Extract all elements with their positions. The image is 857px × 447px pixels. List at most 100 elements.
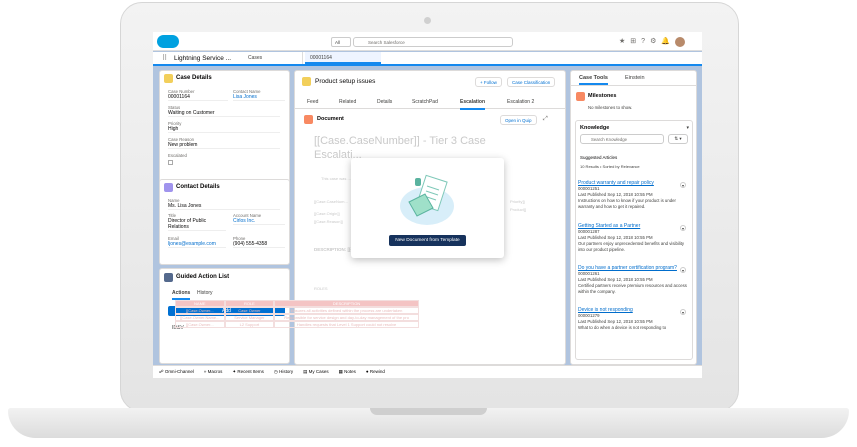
- field-phone: Phone (904) 555-4358: [233, 236, 285, 248]
- right-tabs: Case Tools Einstein: [571, 71, 696, 86]
- document-title: Document: [317, 116, 344, 122]
- milestones-title: Milestones: [588, 93, 617, 99]
- document-icon: [304, 115, 313, 124]
- field-priority: Priority High: [168, 121, 280, 133]
- search-scope[interactable]: All: [331, 37, 351, 47]
- article-menu-icon[interactable]: ▾: [680, 309, 686, 315]
- table-row: [[Case.Owner.Name... Service Manager Respo…: [175, 314, 419, 321]
- article-menu-icon[interactable]: ▾: [680, 267, 686, 273]
- faded-priority: Priority]]: [510, 199, 525, 204]
- recent-items-item[interactable]: ✦ Recent Items: [232, 369, 264, 375]
- guided-action-title: Guided Action List: [176, 274, 230, 280]
- camera: [424, 17, 431, 24]
- table-row: [[Case.Owner... L2 Support Handles request…: [175, 321, 419, 328]
- my-cases-item[interactable]: ▤ My Cases: [303, 369, 329, 375]
- knowledge-menu-icon[interactable]: ▾: [686, 125, 689, 131]
- field-title: Title Director of Public Relations: [168, 213, 226, 231]
- contact-details-title: Contact Details: [176, 184, 220, 190]
- tab-case-tools[interactable]: Case Tools: [579, 75, 608, 85]
- utility-bar: ☍ Omni-Channel » Macros ✦ Recent Items ◷…: [153, 365, 702, 378]
- field-email: Email ljones@example.com: [168, 236, 226, 248]
- article-item: ▾ Product warranty and repair policy 00000…: [578, 180, 686, 209]
- template-modal: New Document from Template: [351, 158, 504, 258]
- navigation-bar: ⠿ Lightning Service ... Cases 00001164: [153, 52, 702, 66]
- article-item: ▾ Device is not responding 000001279 Last P…: [578, 307, 686, 330]
- case-record-icon: [302, 77, 311, 86]
- roles-table: NAME ROLE DESCRIPTION [[Case.Owner... Case …: [175, 300, 419, 328]
- article-menu-icon[interactable]: ▾: [680, 225, 686, 231]
- table-row: [[Case.Owner... Case Owner Ensures all act…: [175, 307, 419, 314]
- tab-case-00001164[interactable]: 00001164: [305, 52, 381, 64]
- tab-related[interactable]: Related: [339, 99, 356, 105]
- results-count: 10 Results • Sorted by Relevance: [580, 164, 640, 169]
- app-launcher-icon[interactable]: ⠿: [162, 55, 167, 63]
- guided-action-icon: [164, 273, 173, 282]
- notes-item[interactable]: ▦ Notes: [339, 369, 356, 375]
- favorites-icon[interactable]: ★: [619, 37, 625, 47]
- escalated-checkbox[interactable]: [168, 160, 173, 165]
- faded-origin: [[Case.Origin]]: [314, 211, 340, 216]
- tab-details[interactable]: Details: [377, 99, 392, 105]
- tab-einstein[interactable]: Einstein: [625, 75, 645, 81]
- tab-escalation[interactable]: Escalation: [460, 99, 486, 110]
- rewind-item[interactable]: ● Rewind: [366, 369, 385, 375]
- field-name: Name Ms. Lisa Jones: [168, 198, 280, 210]
- bell-icon[interactable]: 🔔: [661, 37, 670, 47]
- faded-intro: This case was ...: [321, 176, 351, 181]
- document-illustration-icon: [400, 174, 454, 225]
- sort-icon[interactable]: ⇅ ▾: [668, 134, 688, 144]
- tab-feed[interactable]: Feed: [307, 99, 318, 105]
- tab-scratchpad[interactable]: ScratchPad: [412, 99, 438, 105]
- field-contact-name: Contact Name Lisa Jones: [233, 89, 285, 101]
- global-header: All Search Salesforce ★ ⊞ ? ⚙ 🔔: [153, 32, 702, 51]
- tab-history[interactable]: History: [197, 290, 213, 296]
- laptop-notch: [370, 408, 487, 415]
- tab-actions[interactable]: Actions: [172, 290, 191, 300]
- add-icon[interactable]: ⊞: [630, 37, 636, 47]
- case-classification-button[interactable]: Case Classification: [507, 77, 556, 87]
- header-icons: ★ ⊞ ? ⚙ 🔔: [619, 37, 686, 47]
- screen: All Search Salesforce ★ ⊞ ? ⚙ 🔔 ⠿ Lightn…: [153, 32, 702, 378]
- open-in-quip-button[interactable]: Open in Quip: [500, 115, 537, 125]
- expand-icon[interactable]: ⤢: [543, 116, 548, 123]
- tab-escalation-2[interactable]: Escalation 2: [507, 99, 534, 105]
- no-milestones: No milestones to show.: [588, 105, 633, 110]
- macros-item[interactable]: » Macros: [204, 369, 223, 375]
- table-header: NAME ROLE DESCRIPTION: [175, 300, 419, 307]
- field-case-number: Case Number 00001164: [168, 89, 228, 101]
- account-link[interactable]: Cirlos Inc.: [233, 218, 285, 224]
- field-escalated: Escalated: [168, 153, 280, 165]
- tab-cases[interactable]: Cases: [243, 52, 303, 64]
- article-item: ▾ Do you have a partner certification pro…: [578, 265, 687, 294]
- follow-button[interactable]: + Follow: [475, 77, 502, 87]
- field-account-name: Account Name Cirlos Inc.: [233, 213, 285, 225]
- email-link[interactable]: ljones@example.com: [168, 241, 226, 247]
- gear-icon[interactable]: ⚙: [650, 37, 656, 47]
- knowledge-title: Knowledge: [580, 125, 610, 131]
- omni-channel-item[interactable]: ☍ Omni-Channel: [159, 369, 194, 375]
- knowledge-search-input[interactable]: Search Knowledge: [580, 134, 664, 144]
- contact-icon: [164, 183, 173, 192]
- article-menu-icon[interactable]: ▾: [680, 182, 686, 188]
- article-item: ▾ Getting Started as a Partner 000001287 La…: [578, 223, 686, 252]
- faded-reason: [[Case.Reason]]: [314, 219, 343, 224]
- faded-case-number: [[Case.CaseNum...: [314, 199, 348, 204]
- salesforce-logo[interactable]: [157, 35, 179, 48]
- avatar[interactable]: [675, 37, 686, 47]
- faded-product: Product]]: [510, 207, 527, 212]
- case-icon: [164, 74, 173, 83]
- record-tabs: Feed Related Details ScratchPad Escalati…: [295, 96, 565, 110]
- case-details-card: Case Details Case Number 00001164 Contact…: [159, 70, 290, 183]
- new-document-from-template-button[interactable]: New Document from Template: [389, 235, 466, 246]
- case-details-title: Case Details: [176, 75, 212, 81]
- contact-link[interactable]: Lisa Jones: [233, 94, 285, 100]
- faded-roles: ROLES: [314, 286, 328, 291]
- contact-details-card: Contact Details Name Ms. Lisa Jones Title…: [159, 179, 290, 265]
- help-icon[interactable]: ?: [641, 37, 645, 47]
- global-search-input[interactable]: Search Salesforce: [353, 37, 513, 47]
- field-case-reason: Case Reason New problem: [168, 137, 280, 149]
- suggested-articles-label: Suggested Articles: [580, 155, 618, 160]
- history-item[interactable]: ◷ History: [274, 369, 293, 375]
- app-name: Lightning Service ...: [174, 55, 232, 62]
- milestones-icon: [576, 92, 585, 101]
